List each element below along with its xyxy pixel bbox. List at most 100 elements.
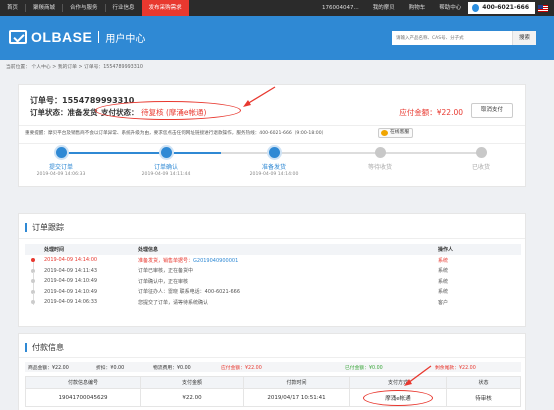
us-flag-icon[interactable] xyxy=(538,4,548,12)
step-time: 2019-04-09 14:11:44 xyxy=(141,172,191,177)
order-status-value: 准备发货 xyxy=(67,108,98,117)
nav-home[interactable]: 首页 xyxy=(0,0,25,16)
payment-table: 付款信息编号 支付金额 付款时间 支付方式 状态 19041700045629 … xyxy=(25,376,521,407)
step-confirm-order: 订单确认 2019-04-09 14:11:44 xyxy=(121,147,211,177)
sales-document-link[interactable]: G2019040900001 xyxy=(193,258,238,264)
tracking-operator: 系统 xyxy=(438,289,449,296)
search-button[interactable]: 搜索 xyxy=(512,31,536,45)
payment-header-row: 付款信息编号 支付金额 付款时间 支付方式 状态 xyxy=(25,376,521,389)
online-service-label: 在线客服 xyxy=(390,130,410,135)
payment-id-header: 付款信息编号 xyxy=(25,376,141,389)
divider xyxy=(19,143,525,144)
tracking-operator: 客户 xyxy=(438,299,449,306)
step-submit-order: 提交订单 2019-04-09 14:06:33 xyxy=(16,147,106,177)
payment-method: 摩涌e帐通 xyxy=(349,388,447,407)
step-label: 订单确认 xyxy=(153,164,178,171)
tracking-time: 2019-04-09 14:06:33 xyxy=(44,299,98,306)
tracking-row: 2019-04-09 14:11:43 订单已审核，正在备货中 系统 xyxy=(25,261,521,277)
tracking-time: 2019-04-09 14:11:43 xyxy=(44,267,98,274)
tracking-info: 订单征办人：雷晓 联系电话：400-6021-666 xyxy=(138,289,241,296)
annotation-arrow-icon xyxy=(243,86,276,107)
annotation-circle xyxy=(363,390,433,406)
phone-icon xyxy=(472,4,480,12)
logo[interactable]: OLBASE 用户中心 xyxy=(9,29,145,45)
payment-time: 2019/04/17 10:51:41 xyxy=(243,388,350,407)
cancel-payment-button[interactable]: 取消支付 xyxy=(471,103,513,118)
annotation-arrow-icon xyxy=(404,365,432,386)
tracking-operator: 系统 xyxy=(438,268,449,275)
search-input[interactable] xyxy=(392,31,512,45)
hotline: 400-6021-666 xyxy=(468,2,535,14)
nav-mall[interactable]: 聚羰商城 xyxy=(26,0,62,16)
timeline-cell xyxy=(25,293,41,308)
tracking-info-text: 准备发货，销售单据号： xyxy=(138,257,194,264)
order-status: 订单状态：准备发货 xyxy=(30,107,98,118)
info-header: 处理信息 xyxy=(135,244,435,255)
site-header: OLBASE 用户中心 搜索 xyxy=(0,16,554,60)
tracking-time: 2019-04-09 14:10:49 xyxy=(44,278,98,285)
payable-amount: 应付金额：¥22.00 xyxy=(221,366,262,371)
divider xyxy=(19,238,525,239)
divider xyxy=(19,125,525,126)
search-bar: 搜索 xyxy=(392,31,536,45)
nav-services[interactable]: 合作与服务 xyxy=(63,0,105,16)
hotline-number: 400-6021-666 xyxy=(482,4,529,11)
payment-status: 待审核 xyxy=(446,388,521,407)
tracking-operator: 系统 xyxy=(438,257,449,264)
top-navigation-bar: 首页 聚羰商城 合作与服务 行业信息 发布采购需求 176004047... 我… xyxy=(0,0,554,16)
order-summary-panel: 订单号：1554789993310 订单状态：准备发货 支付状态： 待复核 (摩… xyxy=(18,84,526,187)
operator-header: 操作人 xyxy=(435,244,521,255)
tracking-info: 准备发货，销售单据号：G2019040900001 xyxy=(135,255,435,266)
payment-amount-header: 支付金额 xyxy=(140,376,244,389)
order-number-label: 订单号： xyxy=(30,96,62,105)
discount-amount: 折扣：¥0.00 xyxy=(96,366,125,371)
step-await-receipt: 等待收货 xyxy=(335,147,425,172)
payment-row: 19041700045629 ¥22.00 2019/04/17 10:51:4… xyxy=(25,388,521,407)
timeline-dot xyxy=(31,300,35,304)
nav-post-purchase[interactable]: 发布采购需求 xyxy=(141,0,189,16)
tracking-row: 2019-04-09 14:06:33 您提交了订单，请等待系统确认 客户 xyxy=(25,293,521,308)
divider xyxy=(19,357,525,358)
tracking-info: 订单已审核，正在备货中 xyxy=(138,268,194,275)
tracking-info: 订单确认中，正在审核 xyxy=(138,278,189,285)
order-progress: 提交订单 2019-04-09 14:06:33 订单确认 2019-04-09… xyxy=(19,147,527,187)
nav-industry-info[interactable]: 行业信息 xyxy=(106,0,142,16)
timeline-header xyxy=(25,244,41,255)
tracking-info: 您提交了订单，请等待系统确认 xyxy=(138,299,209,306)
help-center-link[interactable]: 帮助中心 xyxy=(432,0,468,16)
tracking-table: 处理时间 处理信息 操作人 2019-04-09 14:14:00 准备发货，销… xyxy=(25,244,521,308)
logo-divider xyxy=(98,31,100,43)
step-time: 2019-04-09 14:14:00 xyxy=(249,172,299,177)
order-status-label: 订单状态： xyxy=(30,108,68,117)
step-label: 已收货 xyxy=(471,164,490,171)
annotation-circle xyxy=(95,101,241,120)
payment-title: 付款信息 xyxy=(25,343,64,352)
online-service-button[interactable]: 在线客服 xyxy=(378,128,414,138)
step-received: 已收货 xyxy=(436,147,526,172)
payment-amount: ¥22.00 xyxy=(140,388,244,407)
payment-summary: 商品金额：¥22.00 折扣：¥0.00 物流费用：¥0.00 应付金额：¥22… xyxy=(25,362,521,372)
logo-text: OLBASE xyxy=(31,29,93,45)
important-notice: 重要提醒：摩贝平台及销售商不会以订单异常、系统升级为由，要求您点击任何网址链接进… xyxy=(25,131,327,136)
step-dot xyxy=(374,147,386,158)
tracking-operator: 系统 xyxy=(438,278,449,285)
shipping-amount: 物流费用：¥0.00 xyxy=(153,366,191,371)
logo-mark-icon xyxy=(9,30,27,44)
payment-info-panel: 付款信息 商品金额：¥22.00 折扣：¥0.00 物流费用：¥0.00 应付金… xyxy=(18,333,526,410)
cart-link[interactable]: 购物车 xyxy=(402,0,433,16)
my-molbase-link[interactable]: 我的摩贝 xyxy=(366,0,402,16)
step-prepare-shipment: 准备发货 2019-04-09 14:14:00 xyxy=(229,147,319,177)
time-header: 处理时间 xyxy=(41,244,135,255)
breadcrumb: 当前位置： 个人中心 > 我的订单 > 订单号：1554789993310 xyxy=(6,65,143,70)
paid-amount: 已付金额：¥0.00 xyxy=(345,366,383,371)
tracking-title: 订单跟踪 xyxy=(25,223,64,232)
order-tracking-panel: 订单跟踪 处理时间 处理信息 操作人 2019-04-09 14:14:00 准… xyxy=(18,213,526,327)
tracking-row: 2019-04-09 14:10:49 订单征办人：雷晓 联系电话：400-60… xyxy=(25,282,521,298)
account-menu[interactable]: 176004047... xyxy=(315,0,366,16)
header-subtitle: 用户中心 xyxy=(105,33,146,45)
step-dot xyxy=(160,147,172,158)
step-label: 等待收货 xyxy=(367,164,392,171)
payment-id: 19041700045629 xyxy=(25,388,141,407)
qq-icon xyxy=(381,130,388,136)
goods-amount: 商品金额：¥22.00 xyxy=(28,366,69,371)
